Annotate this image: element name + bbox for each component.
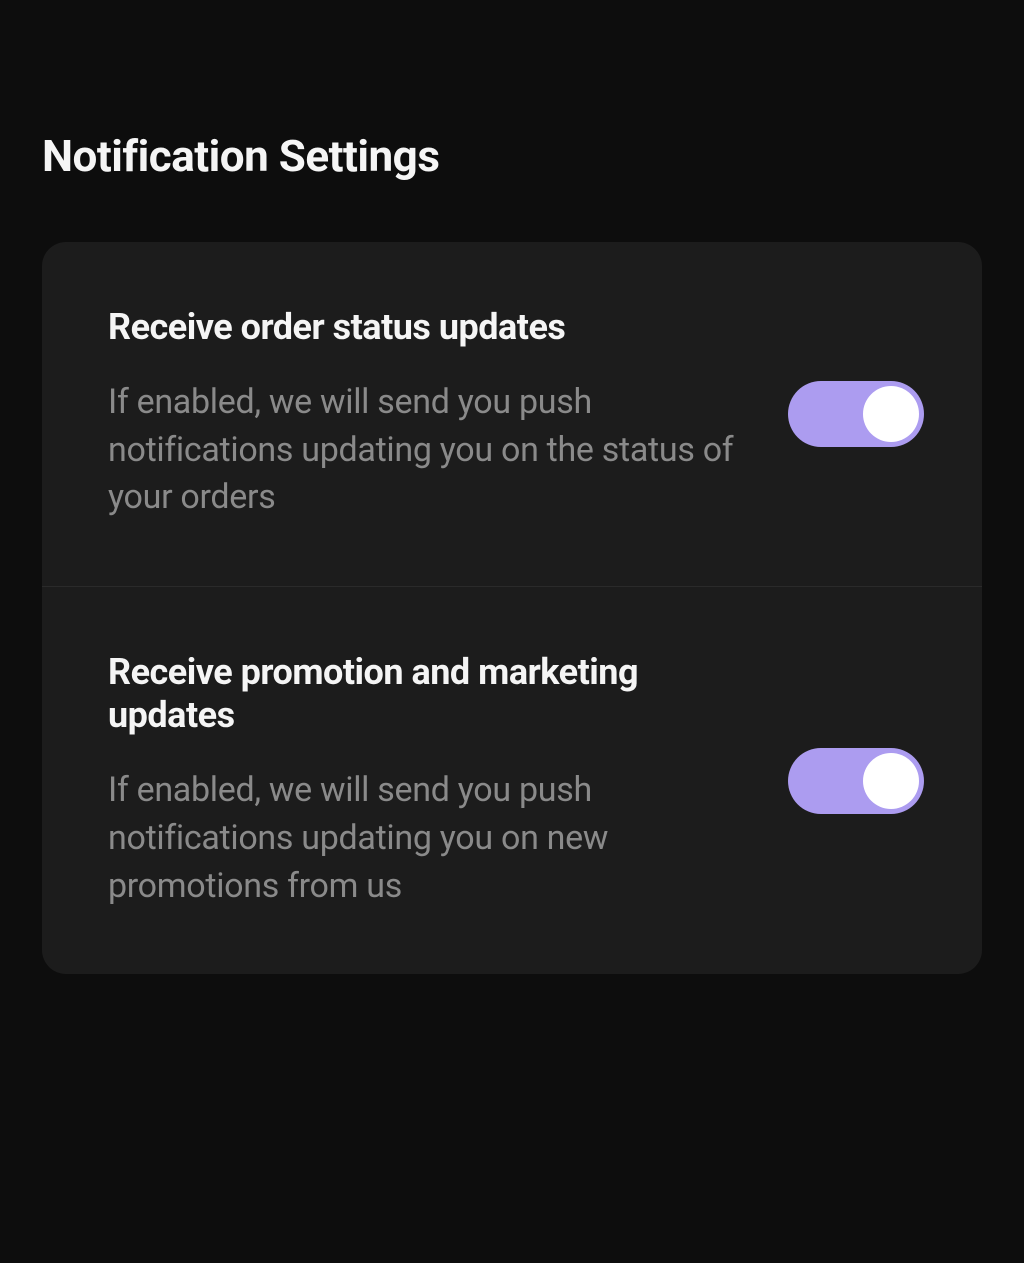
- toggle-thumb: [863, 386, 919, 442]
- setting-promotions: Receive promotion and marketing updates …: [42, 586, 982, 974]
- page-title: Notification Settings: [42, 130, 982, 182]
- order-status-toggle[interactable]: [788, 381, 924, 447]
- setting-text: Receive order status updates If enabled,…: [108, 306, 768, 522]
- promotions-toggle[interactable]: [788, 748, 924, 814]
- settings-container: Notification Settings Receive order stat…: [0, 0, 1024, 974]
- setting-title: Receive promotion and marketing updates: [108, 651, 768, 737]
- setting-order-status: Receive order status updates If enabled,…: [42, 242, 982, 586]
- setting-description: If enabled, we will send you push notifi…: [108, 767, 768, 910]
- setting-title: Receive order status updates: [108, 306, 768, 349]
- setting-description: If enabled, we will send you push notifi…: [108, 379, 768, 522]
- settings-card: Receive order status updates If enabled,…: [42, 242, 982, 974]
- toggle-thumb: [863, 753, 919, 809]
- setting-text: Receive promotion and marketing updates …: [108, 651, 768, 910]
